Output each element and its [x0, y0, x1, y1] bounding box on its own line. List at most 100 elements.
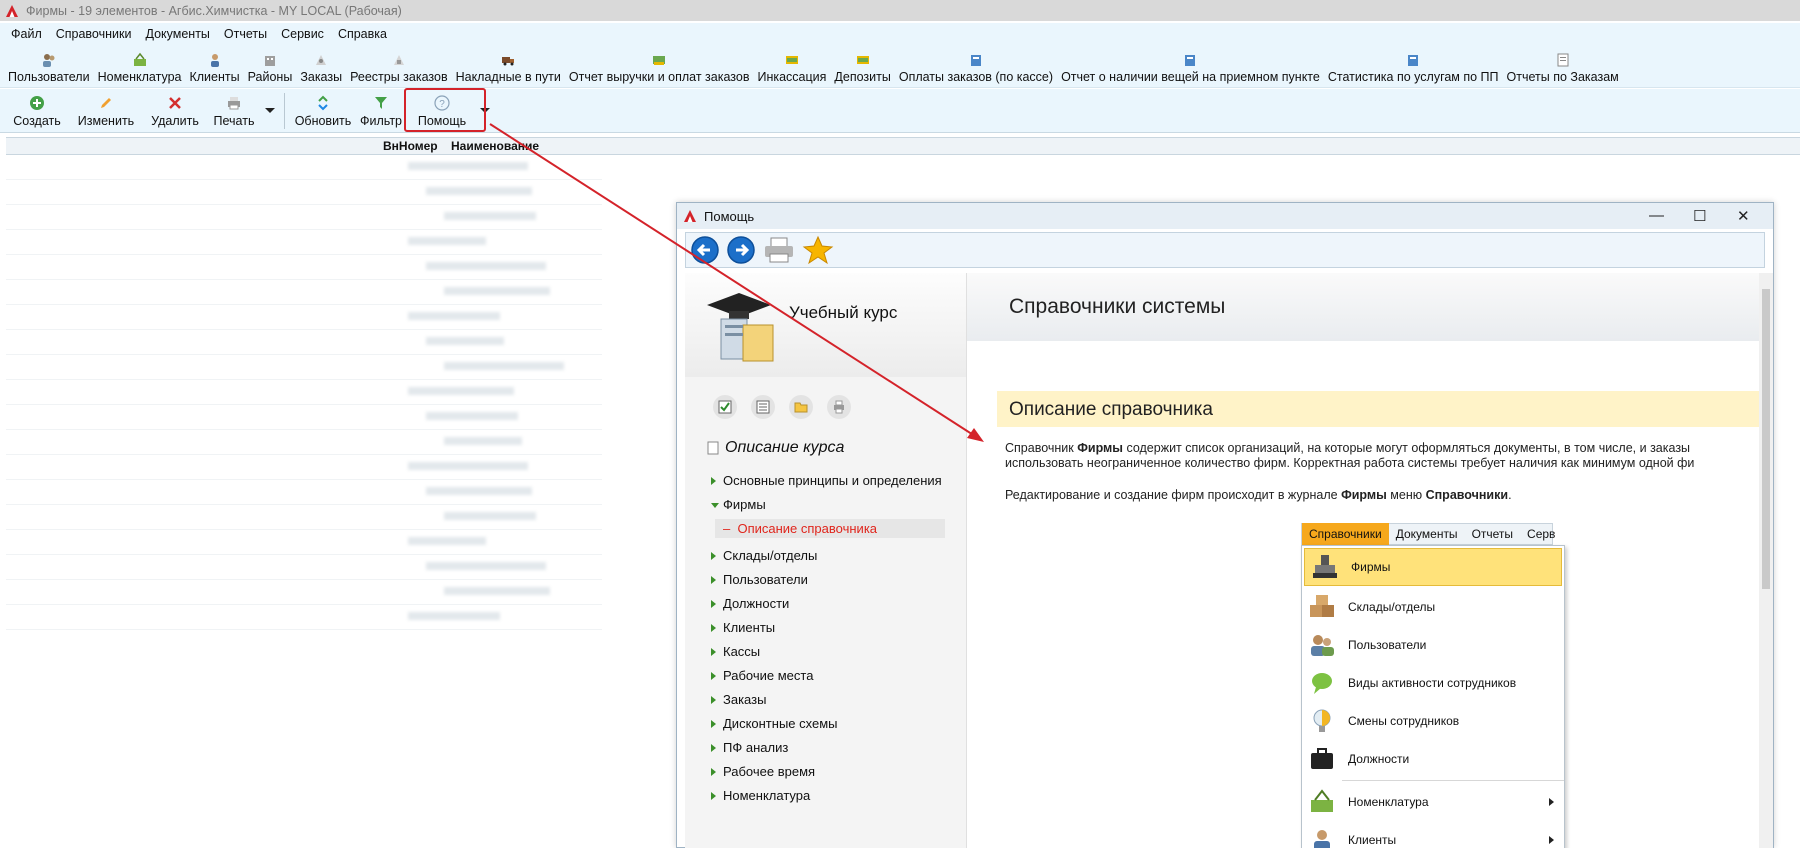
- minimize-icon[interactable]: —: [1649, 207, 1664, 224]
- menu-documents[interactable]: Документы: [138, 27, 216, 41]
- ref-districts-button[interactable]: Районы: [244, 52, 297, 84]
- table-row[interactable]: [6, 581, 602, 605]
- menu-help[interactable]: Справка: [331, 27, 394, 41]
- ref-service-stats-button[interactable]: Статистика по услугам по ПП: [1324, 52, 1503, 84]
- nav-item-principles[interactable]: Основные принципы и определения: [711, 473, 951, 489]
- menu-reports[interactable]: Отчеты: [217, 27, 274, 41]
- print-dropdown[interactable]: [262, 91, 278, 131]
- table-row[interactable]: [6, 481, 602, 505]
- ref-waybills-button[interactable]: Накладные в пути: [452, 52, 565, 84]
- menu-references[interactable]: Справочники: [49, 27, 139, 41]
- nav-item-orders[interactable]: Заказы: [711, 692, 951, 708]
- embedded-menu-screenshot: Справочники Документы Отчеты Серв Фирмы …: [1301, 523, 1565, 848]
- maximize-icon[interactable]: ☐: [1693, 207, 1706, 225]
- nav-item-warehouses[interactable]: Склады/отделы: [711, 548, 951, 564]
- table-row[interactable]: [6, 531, 602, 555]
- table-row[interactable]: [6, 231, 602, 255]
- checklist-icon[interactable]: [751, 395, 775, 419]
- forward-icon[interactable]: [726, 235, 756, 265]
- nav-item-users[interactable]: Пользователи: [711, 572, 951, 588]
- truck-icon: [502, 57, 515, 66]
- nav-item-positions[interactable]: Должности: [711, 596, 951, 612]
- report-icon: [970, 55, 981, 66]
- ref-items-report-button[interactable]: Отчет о наличии вещей на приемном пункте: [1057, 52, 1324, 84]
- graduation-cap-icon: [707, 293, 774, 362]
- ref-payments-button[interactable]: Оплаты заказов (по кассе): [895, 52, 1057, 84]
- help-scrollbar[interactable]: [1759, 273, 1773, 848]
- ref-orders-button[interactable]: Заказы: [296, 52, 346, 84]
- column-header-name[interactable]: Наименование: [451, 139, 539, 153]
- back-icon[interactable]: [690, 235, 720, 265]
- printer-icon[interactable]: [762, 235, 796, 265]
- help-tool-icons: [685, 377, 966, 419]
- table-row[interactable]: [6, 356, 602, 380]
- table-row[interactable]: [6, 306, 602, 330]
- table-row[interactable]: [6, 506, 602, 530]
- help-button-highlight: [404, 88, 486, 132]
- close-icon[interactable]: ✕: [1737, 207, 1750, 225]
- table-row[interactable]: [6, 556, 602, 580]
- table-row[interactable]: [6, 606, 602, 630]
- edit-button[interactable]: Изменить: [68, 91, 144, 131]
- checkbox-icon[interactable]: [713, 395, 737, 419]
- client-icon: [210, 54, 219, 67]
- column-header-number[interactable]: ВнНомер: [383, 139, 438, 153]
- paragraph-3: Редактирование и создание фирм происходи…: [1005, 488, 1512, 502]
- help-scroll-thumb[interactable]: [1762, 289, 1770, 589]
- create-button[interactable]: Создать: [6, 91, 68, 131]
- menu-file[interactable]: Файл: [4, 27, 49, 41]
- table-row[interactable]: [6, 431, 602, 455]
- nav-item-discount-schemes[interactable]: Дисконтные схемы: [711, 716, 951, 732]
- nav-item-cash-desks[interactable]: Кассы: [711, 644, 951, 660]
- table-row[interactable]: [6, 281, 602, 305]
- ref-collection-button[interactable]: Инкассация: [753, 52, 830, 84]
- favorites-star-icon[interactable]: [802, 235, 834, 265]
- basket-icon: [133, 52, 146, 66]
- menu-service[interactable]: Сервис: [274, 27, 331, 41]
- table-row[interactable]: [6, 406, 602, 430]
- boxes-icon: [1306, 592, 1338, 622]
- table-row[interactable]: [6, 181, 602, 205]
- embedded-item-firms: Фирмы: [1304, 548, 1562, 586]
- nav-item-clients[interactable]: Клиенты: [711, 620, 951, 636]
- table-row[interactable]: [6, 381, 602, 405]
- blurred-cell: [444, 512, 536, 520]
- ref-users-button[interactable]: Пользователи: [4, 52, 94, 84]
- stamp-icon: [1309, 552, 1341, 582]
- print-button[interactable]: Печать: [206, 91, 262, 131]
- nav-item-pf-analysis[interactable]: ПФ анализ: [711, 740, 951, 756]
- ref-order-reports-button[interactable]: Отчеты по Заказам: [1503, 52, 1623, 84]
- printer-icon[interactable]: [827, 395, 851, 419]
- table-row[interactable]: [6, 331, 602, 355]
- chevron-right-icon: [1549, 798, 1554, 806]
- table-row[interactable]: [6, 156, 602, 180]
- chevron-right-icon: [1549, 836, 1554, 844]
- embedded-item-clients: Клиенты: [1302, 821, 1564, 848]
- ref-deposits-button[interactable]: Депозиты: [830, 52, 894, 84]
- embedded-menu-service: Серв: [1527, 527, 1556, 541]
- ref-order-registers-button[interactable]: Реестры заказов: [346, 52, 452, 84]
- nav-item-workstations[interactable]: Рабочие места: [711, 668, 951, 684]
- blurred-cell: [426, 487, 532, 495]
- blurred-cell: [408, 237, 486, 245]
- window-title: Фирмы - 19 элементов - Агбис.Химчистка -…: [26, 3, 402, 18]
- folder-icon[interactable]: [789, 395, 813, 419]
- table-row[interactable]: [6, 256, 602, 280]
- nav-item-firms[interactable]: Фирмы: [711, 497, 951, 513]
- table-row[interactable]: [6, 206, 602, 230]
- window-titlebar: Фирмы - 19 элементов - Агбис.Химчистка -…: [0, 0, 1800, 21]
- table-row[interactable]: [6, 456, 602, 480]
- ref-clients-button[interactable]: Клиенты: [185, 52, 243, 84]
- nav-item-working-time[interactable]: Рабочее время: [711, 764, 951, 780]
- briefcase-icon: [1306, 744, 1338, 774]
- ref-revenue-report-button[interactable]: Отчет выручки и оплат заказов: [565, 52, 754, 84]
- nav-subitem-reference-description[interactable]: – Описание справочника: [715, 519, 945, 538]
- nav-item-nomenclature[interactable]: Номенклатура: [711, 788, 951, 804]
- filter-button[interactable]: Фильтр: [355, 91, 407, 131]
- delete-button[interactable]: Удалить: [144, 91, 206, 131]
- course-description-link[interactable]: Описание курса: [707, 439, 844, 457]
- ref-nomenclature-button[interactable]: Номенклатура: [94, 52, 186, 84]
- refresh-button[interactable]: Обновить: [291, 91, 355, 131]
- paragraph-2: использовать неограниченное количество ф…: [1005, 456, 1695, 470]
- blurred-cell: [426, 262, 546, 270]
